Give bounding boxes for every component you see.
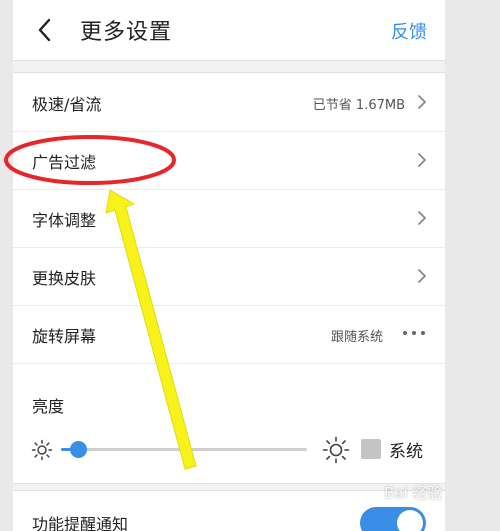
settings-row-ad-filter[interactable]: 广告过滤	[13, 131, 445, 190]
phone-screen: 更多设置 反馈 极速/省流 已节省 1.67MB 广告过滤 字体调整 更换皮肤	[13, 0, 445, 531]
chevron-right-icon	[418, 269, 426, 283]
watermark: Bai 经验	[384, 484, 443, 502]
brightness-label: 亮度	[32, 397, 65, 416]
brightness-high-icon	[322, 436, 350, 464]
row-label: 更换皮肤	[32, 269, 97, 288]
notification-toggle[interactable]	[360, 507, 426, 531]
row-label: 旋转屏幕	[32, 327, 97, 346]
settings-row-speed-saving[interactable]: 极速/省流 已节省 1.67MB	[13, 73, 445, 132]
chevron-right-icon	[418, 95, 426, 109]
follow-system-label: 系统	[389, 442, 423, 462]
page-title: 更多设置	[80, 20, 173, 45]
chevron-right-icon	[418, 211, 426, 225]
brightness-low-icon	[31, 439, 53, 461]
settings-row-skin[interactable]: 更换皮肤	[13, 247, 445, 306]
notification-label: 功能提醒通知	[32, 515, 129, 531]
row-label: 广告过滤	[32, 153, 97, 172]
row-label: 字体调整	[32, 211, 97, 230]
notification-card: 功能提醒通知	[13, 490, 445, 531]
feedback-button[interactable]: 反馈	[391, 18, 427, 44]
settings-row-font-size[interactable]: 字体调整	[13, 189, 445, 248]
follow-system-checkbox[interactable]	[361, 439, 381, 459]
brightness-slider[interactable]	[61, 441, 307, 458]
toggle-knob	[397, 510, 423, 531]
settings-card: 极速/省流 已节省 1.67MB 广告过滤 字体调整 更换皮肤 旋转屏幕 跟随系…	[13, 72, 445, 484]
more-dots-icon[interactable]	[401, 329, 427, 337]
row-value: 跟随系统	[330, 330, 383, 345]
row-value: 已节省 1.67MB	[312, 98, 405, 113]
back-arrow-icon[interactable]	[35, 16, 55, 44]
row-label: 极速/省流	[32, 95, 102, 114]
chevron-right-icon	[418, 153, 426, 167]
header-bar: 更多设置 反馈	[13, 0, 445, 61]
slider-thumb[interactable]	[70, 441, 88, 458]
settings-row-rotate-screen[interactable]: 旋转屏幕 跟随系统	[13, 305, 445, 364]
